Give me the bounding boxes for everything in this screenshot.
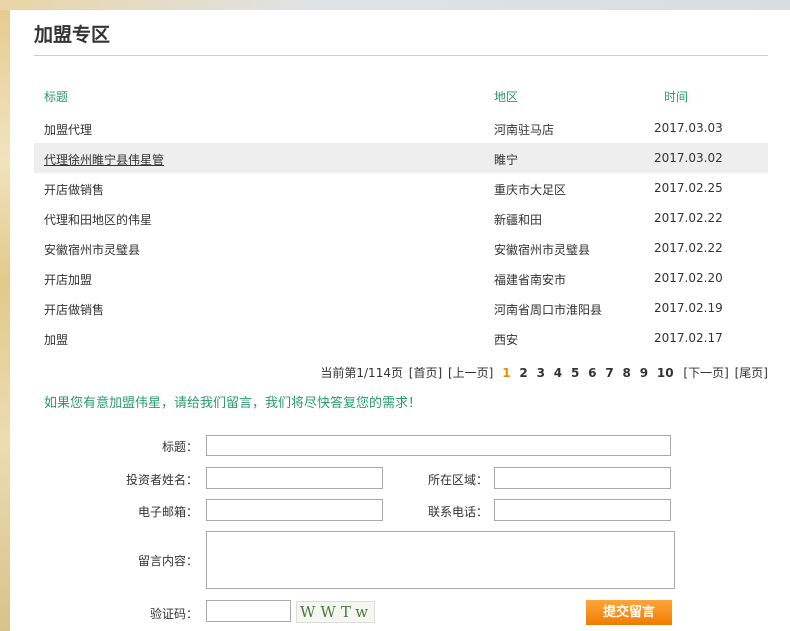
pager-page-current[interactable]: 1 — [502, 366, 510, 380]
email-label: 电子邮箱： — [137, 505, 198, 519]
pager-page-link[interactable]: 2 — [519, 366, 527, 380]
column-header-time: 时间 — [664, 90, 689, 104]
row-date: 2017.03.02 — [654, 151, 723, 165]
row-region: 河南省周口市淮阳县 — [494, 303, 603, 317]
pager-page-link[interactable]: 5 — [571, 366, 579, 380]
table-row[interactable]: 加盟代理 河南驻马店 2017.03.03 — [34, 113, 768, 143]
area-label: 所在区域： — [427, 473, 488, 487]
pager-last-link[interactable]: [尾页] — [735, 366, 768, 380]
row-date: 2017.02.22 — [654, 241, 723, 255]
pager-page-link[interactable]: 10 — [657, 366, 674, 380]
row-title-link[interactable]: 加盟代理 — [44, 121, 92, 138]
page-title: 加盟专区 — [34, 24, 111, 46]
row-title-link[interactable]: 代理和田地区的伟星 — [44, 211, 152, 228]
title-divider — [34, 55, 768, 56]
captcha-label: 验证码： — [149, 607, 198, 621]
row-date: 2017.02.19 — [654, 301, 723, 315]
row-region: 西安 — [494, 333, 519, 347]
pager-first-link[interactable]: [首页] — [409, 366, 442, 380]
pager-page-link[interactable]: 4 — [554, 366, 562, 380]
pager-page-link[interactable]: 3 — [537, 366, 545, 380]
title-label: 标题： — [161, 440, 198, 454]
pager-status: 当前第1/114页 — [320, 366, 403, 380]
title-input[interactable] — [206, 435, 671, 456]
content-label: 留言内容： — [137, 554, 198, 568]
row-date: 2017.02.25 — [654, 181, 723, 195]
column-header-title: 标题 — [44, 90, 69, 104]
pager-page-link[interactable]: 7 — [605, 366, 613, 380]
pager-page-link[interactable]: 8 — [623, 366, 631, 380]
row-title-link[interactable]: 开店加盟 — [44, 271, 92, 288]
row-region: 河南驻马店 — [494, 123, 555, 137]
row-title-link[interactable]: 代理徐州睢宁县伟星管 — [44, 151, 164, 168]
investor-name-label: 投资者姓名： — [125, 473, 198, 487]
area-input[interactable] — [494, 467, 671, 489]
captcha-input[interactable] — [206, 600, 291, 622]
row-title-link[interactable]: 开店做销售 — [44, 301, 104, 318]
content-textarea[interactable] — [206, 531, 675, 589]
investor-name-input[interactable] — [206, 467, 383, 489]
row-title-link[interactable]: 加盟 — [44, 331, 68, 348]
pager-page-link[interactable]: 6 — [588, 366, 596, 380]
phone-label: 联系电话： — [427, 505, 488, 519]
top-bar — [0, 0, 790, 10]
table-row[interactable]: 加盟 西安 2017.02.17 — [34, 323, 768, 353]
row-title-link[interactable]: 安徽宿州市灵璧县 — [44, 241, 140, 258]
row-date: 2017.02.20 — [654, 271, 723, 285]
pager-prev-link[interactable]: [上一页] — [448, 366, 493, 380]
captcha-image[interactable]: WWTw — [296, 601, 375, 623]
email-input[interactable] — [206, 499, 383, 521]
phone-input[interactable] — [494, 499, 671, 521]
table-row[interactable]: 代理和田地区的伟星 新疆和田 2017.02.22 — [34, 203, 768, 233]
table-row[interactable]: 开店加盟 福建省南安市 2017.02.20 — [34, 263, 768, 293]
row-region: 睢宁 — [494, 153, 519, 167]
content-panel: 加盟专区 标题 地区 时间 加盟代理 河南驻马店 2017.03.03 代理徐州… — [10, 10, 790, 631]
row-date: 2017.03.03 — [654, 121, 723, 135]
table-row[interactable]: 安徽宿州市灵璧县 安徽宿州市灵璧县 2017.02.22 — [34, 233, 768, 263]
row-date: 2017.02.22 — [654, 211, 723, 225]
row-region: 重庆市大足区 — [494, 183, 567, 197]
row-region: 福建省南安市 — [494, 273, 567, 287]
row-region: 安徽宿州市灵璧县 — [494, 243, 591, 257]
pager-next-link[interactable]: [下一页] — [683, 366, 728, 380]
row-region: 新疆和田 — [494, 213, 543, 227]
pager-page-link[interactable]: 9 — [640, 366, 648, 380]
submit-button[interactable]: 提交留言 — [586, 600, 672, 625]
form-notice: 如果您有意加盟伟星，请给我们留言，我们将尽快答复您的需求！ — [44, 396, 422, 411]
pagination: 当前第1/114页 [首页] [上一页] 1 2 3 4 5 6 7 8 9 1… — [318, 364, 768, 381]
column-header-region: 地区 — [494, 90, 519, 104]
row-date: 2017.02.17 — [654, 331, 723, 345]
table-row[interactable]: 开店做销售 河南省周口市淮阳县 2017.02.19 — [34, 293, 768, 323]
table-row[interactable]: 代理徐州睢宁县伟星管 睢宁 2017.03.02 — [34, 143, 768, 173]
row-title-link[interactable]: 开店做销售 — [44, 181, 104, 198]
table-row[interactable]: 开店做销售 重庆市大足区 2017.02.25 — [34, 173, 768, 203]
